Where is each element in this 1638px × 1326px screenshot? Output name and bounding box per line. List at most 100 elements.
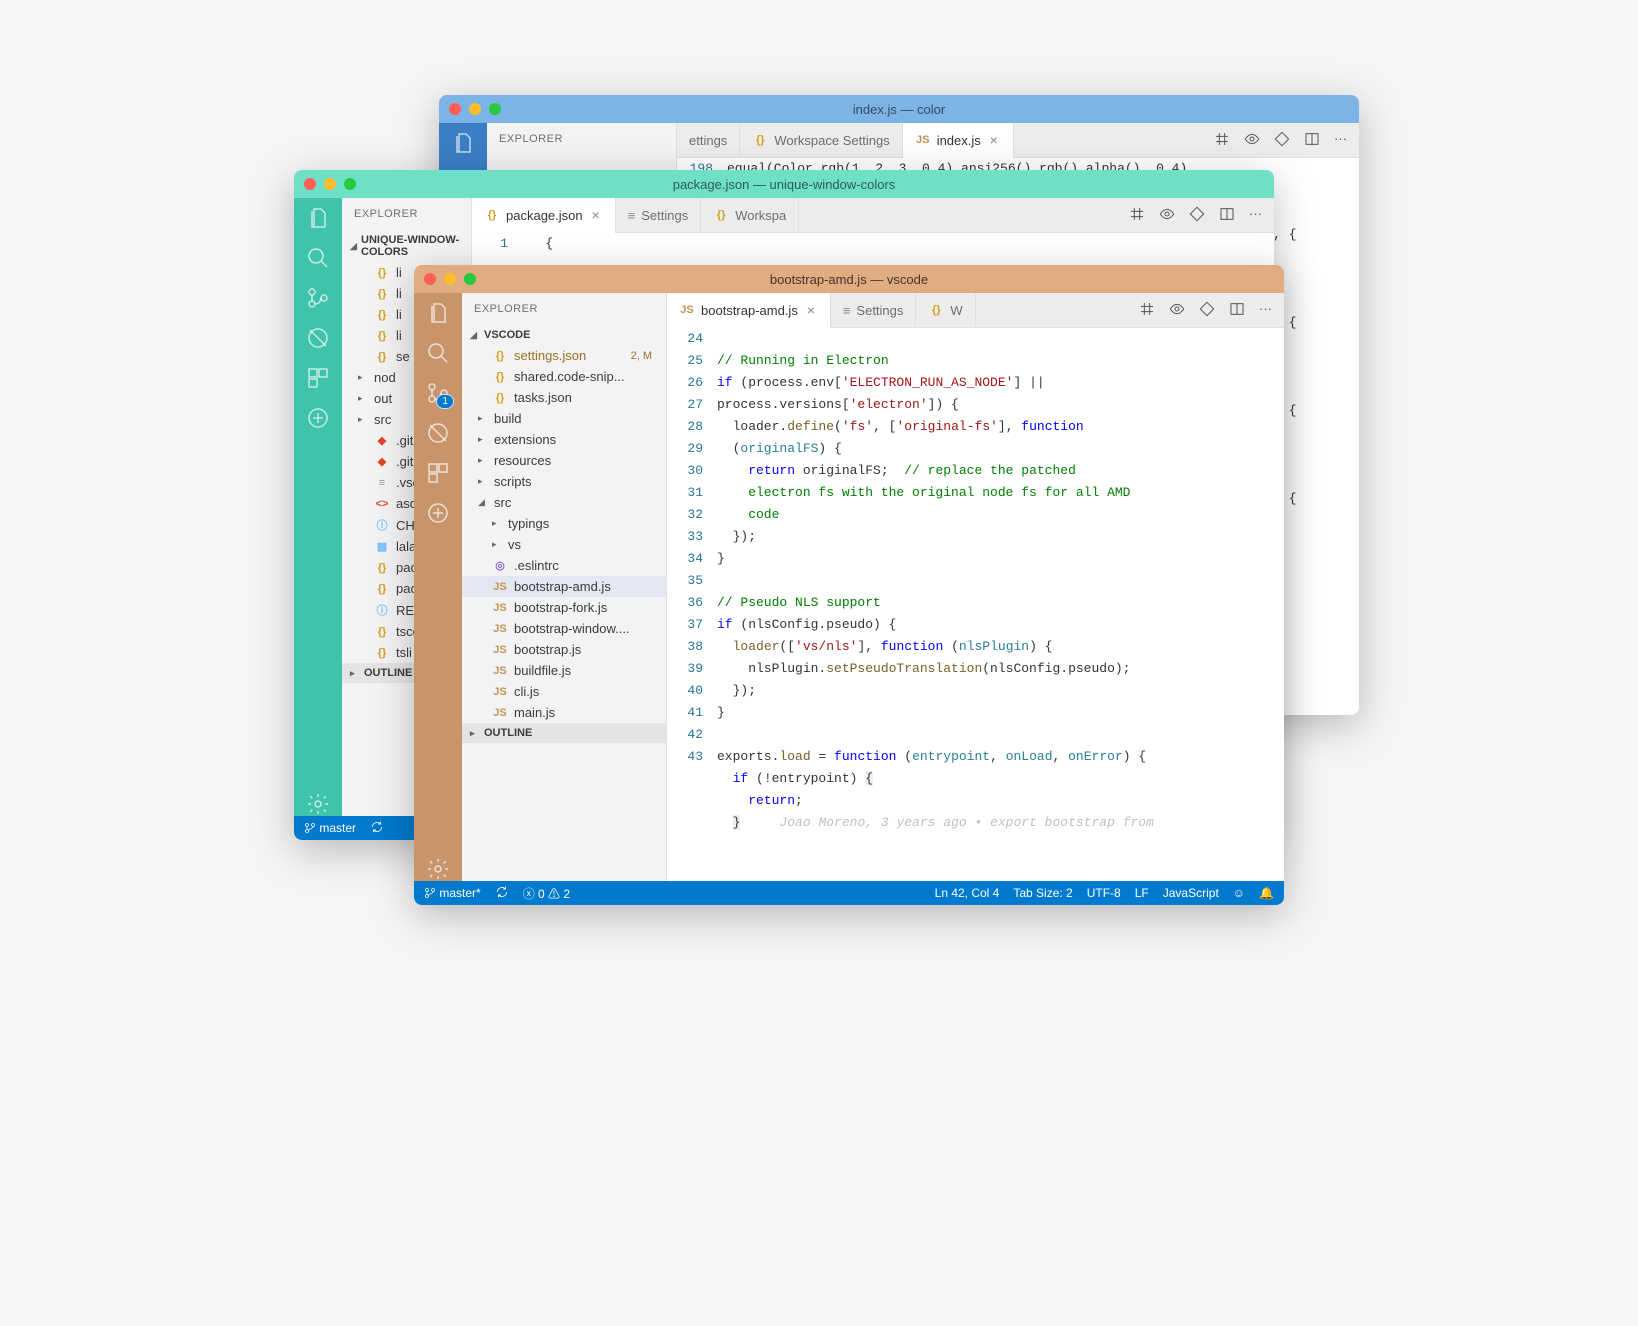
problems-indicator[interactable]: ⓧ 0 ⚠ 2 — [523, 885, 570, 902]
preview-icon[interactable] — [1244, 131, 1260, 150]
close-window-button[interactable] — [449, 103, 461, 115]
open-changes-icon[interactable] — [1214, 131, 1230, 150]
minimize-window-button[interactable] — [469, 103, 481, 115]
file-item[interactable]: {}tasks.json — [462, 387, 666, 408]
maximize-window-button[interactable] — [464, 273, 476, 285]
minimize-window-button[interactable] — [324, 178, 336, 190]
git-icon: ◆ — [374, 455, 390, 468]
preview-icon[interactable] — [1159, 206, 1175, 225]
code-content[interactable]: // Running in Electron if (process.env['… — [717, 328, 1284, 881]
extensions-icon[interactable] — [426, 461, 450, 485]
tab-settings[interactable]: ≡Settings — [831, 293, 917, 328]
diff-icon[interactable] — [1274, 131, 1290, 150]
chevron-right-icon: ▸ — [478, 476, 488, 487]
source-control-icon[interactable] — [306, 286, 330, 310]
folder-item[interactable]: ◢src — [462, 492, 666, 513]
tab-workspace-partial[interactable]: {}Workspa — [701, 198, 799, 233]
tab-workspace-partial[interactable]: {}W — [916, 293, 975, 328]
workspace-section-header[interactable]: ◢VSCODE — [462, 325, 666, 345]
file-item[interactable]: JSbuildfile.js — [462, 660, 666, 681]
split-editor-icon[interactable] — [1229, 301, 1245, 320]
window-titlebar[interactable]: bootstrap-amd.js — vscode — [414, 265, 1284, 293]
folder-item[interactable]: ▸scripts — [462, 471, 666, 492]
language-mode[interactable]: JavaScript — [1163, 886, 1219, 900]
git-status-badge: 2, M — [631, 350, 658, 362]
tab-size[interactable]: Tab Size: 2 — [1013, 886, 1072, 900]
branch-indicator[interactable]: master* — [424, 886, 481, 900]
extensions-icon[interactable] — [306, 366, 330, 390]
file-item[interactable]: JSbootstrap-window.... — [462, 618, 666, 639]
search-icon[interactable] — [306, 246, 330, 270]
diff-icon[interactable] — [1189, 206, 1205, 225]
file-item[interactable]: JScli.js — [462, 681, 666, 702]
json-icon: {} — [374, 351, 390, 363]
close-icon[interactable]: × — [589, 208, 603, 222]
maximize-window-button[interactable] — [344, 178, 356, 190]
file-item[interactable]: JSbootstrap-amd.js — [462, 576, 666, 597]
close-icon[interactable]: × — [804, 303, 818, 317]
settings-icon[interactable] — [306, 792, 330, 816]
minimize-window-button[interactable] — [444, 273, 456, 285]
tab-index-js[interactable]: JSindex.js× — [903, 123, 1014, 158]
folder-item[interactable]: ▸extensions — [462, 429, 666, 450]
outline-section-header[interactable]: ▸OUTLINE — [462, 723, 666, 743]
more-icon[interactable]: ··· — [1334, 131, 1347, 150]
maximize-window-button[interactable] — [489, 103, 501, 115]
chevron-right-icon: ▸ — [492, 539, 502, 550]
file-item[interactable]: JSbootstrap.js — [462, 639, 666, 660]
open-changes-icon[interactable] — [1139, 301, 1155, 320]
search-icon[interactable] — [426, 341, 450, 365]
gitlens-icon[interactable] — [426, 501, 450, 525]
more-icon[interactable]: ··· — [1249, 206, 1262, 225]
chevron-down-icon: ◢ — [470, 330, 480, 341]
preview-icon[interactable] — [1169, 301, 1185, 320]
folder-item[interactable]: ▸typings — [462, 513, 666, 534]
json-icon: {} — [374, 626, 390, 638]
sync-icon[interactable] — [495, 885, 509, 902]
json-icon: {} — [484, 209, 500, 221]
window-title: bootstrap-amd.js — vscode — [424, 272, 1274, 287]
split-editor-icon[interactable] — [1219, 206, 1235, 225]
window-titlebar[interactable]: index.js — color — [439, 95, 1359, 123]
tab-settings[interactable]: ≡Settings — [616, 198, 702, 233]
cursor-position[interactable]: Ln 42, Col 4 — [935, 886, 1000, 900]
more-icon[interactable]: ··· — [1259, 301, 1272, 320]
chevron-right-icon: ▸ — [492, 518, 502, 529]
gitlens-icon[interactable] — [306, 406, 330, 430]
debug-icon[interactable] — [306, 326, 330, 350]
json-icon: {} — [374, 647, 390, 659]
close-icon[interactable]: × — [987, 133, 1001, 147]
files-icon[interactable] — [426, 301, 450, 325]
feedback-icon[interactable]: ☺ — [1233, 886, 1245, 900]
folder-item[interactable]: ▸vs — [462, 534, 666, 555]
sync-icon[interactable] — [370, 820, 384, 837]
file-item[interactable]: {}settings.json2, M — [462, 345, 666, 366]
debug-icon[interactable] — [426, 421, 450, 445]
folder-item[interactable]: ▸resources — [462, 450, 666, 471]
files-icon[interactable] — [451, 131, 475, 155]
file-item[interactable]: {}shared.code-snip... — [462, 366, 666, 387]
close-window-button[interactable] — [424, 273, 436, 285]
tab-bar: {}package.json× ≡Settings {}Workspa ··· — [472, 198, 1274, 233]
settings-icon[interactable] — [426, 857, 450, 881]
folder-item[interactable]: ▸build — [462, 408, 666, 429]
open-changes-icon[interactable] — [1129, 206, 1145, 225]
file-item[interactable]: JSmain.js — [462, 702, 666, 723]
window-titlebar[interactable]: package.json — unique-window-colors — [294, 170, 1274, 198]
tab-settings-partial[interactable]: ettings — [677, 123, 740, 158]
close-window-button[interactable] — [304, 178, 316, 190]
tab-workspace-settings[interactable]: {}Workspace Settings — [740, 123, 902, 158]
diff-icon[interactable] — [1199, 301, 1215, 320]
split-editor-icon[interactable] — [1304, 131, 1320, 150]
workspace-section-header[interactable]: ◢UNIQUE-WINDOW-COLORS — [342, 230, 471, 262]
encoding[interactable]: UTF-8 — [1087, 886, 1121, 900]
tab-package-json[interactable]: {}package.json× — [472, 198, 616, 233]
source-control-icon[interactable]: 1 — [426, 381, 450, 405]
file-item[interactable]: JSbootstrap-fork.js — [462, 597, 666, 618]
bell-icon[interactable]: 🔔 — [1259, 886, 1274, 900]
branch-indicator[interactable]: master — [304, 821, 356, 835]
file-item[interactable]: ◎.eslintrc — [462, 555, 666, 576]
files-icon[interactable] — [306, 206, 330, 230]
eol[interactable]: LF — [1135, 886, 1149, 900]
tab-bootstrap-amd[interactable]: JSbootstrap-amd.js× — [667, 293, 831, 328]
